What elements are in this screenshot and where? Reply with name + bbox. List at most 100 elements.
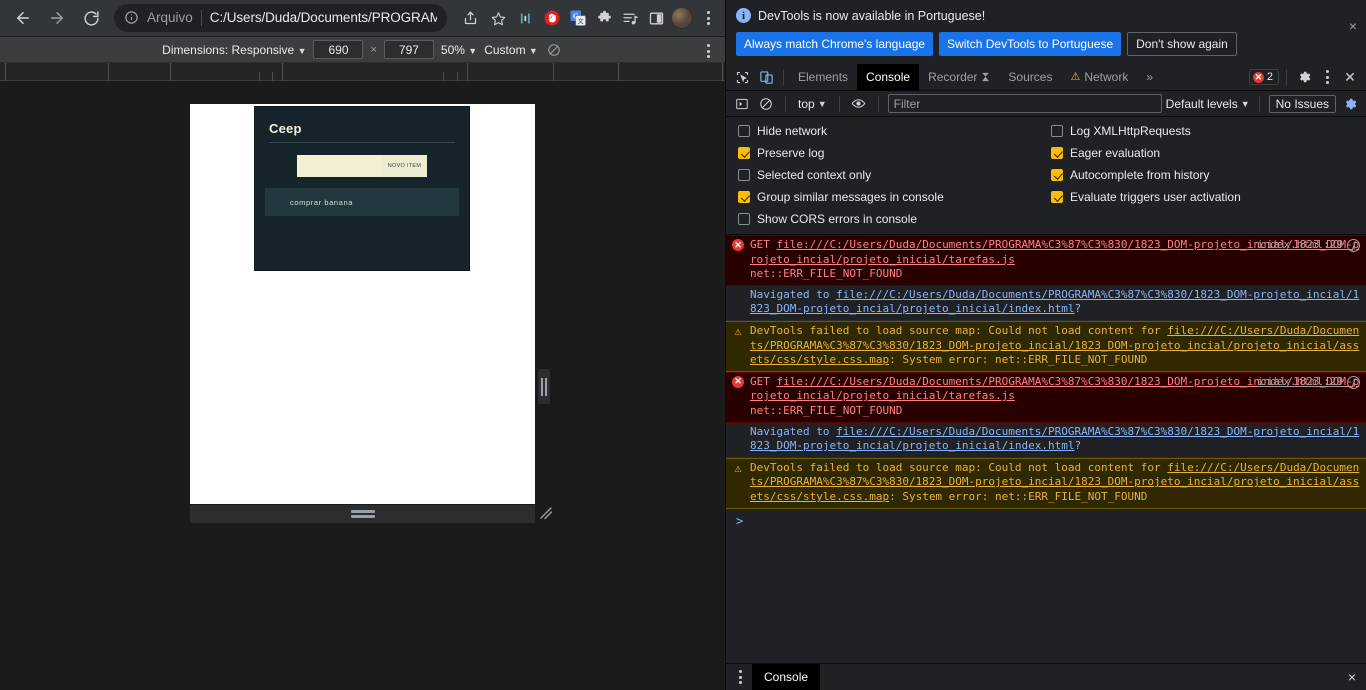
toolbar-separator — [785, 95, 786, 112]
console-log-list[interactable]: ✕ GET file:///C:/Users/Duda/Documents/PR… — [726, 235, 1366, 663]
drawer-options-kebab[interactable] — [732, 670, 748, 684]
issues-button[interactable]: No Issues — [1268, 94, 1336, 113]
no-entry-icon[interactable] — [756, 94, 776, 114]
ceep-task-list: comprar banana — [265, 188, 459, 216]
reload-icon[interactable] — [77, 4, 105, 32]
checkbox-icon[interactable] — [738, 213, 750, 225]
chrome-menu-kebab[interactable] — [697, 7, 719, 29]
error-count-badge[interactable]: ✕ 2 — [1248, 69, 1279, 85]
console-message-warning[interactable]: ⚠ DevTools failed to load source map: Co… — [726, 457, 1366, 509]
reading-list-icon[interactable] — [619, 7, 641, 29]
zoom-level-label: 50% — [440, 42, 465, 57]
context-selector[interactable]: top ▼ — [795, 97, 830, 111]
google-translate-icon[interactable]: G文 — [567, 7, 589, 29]
source-link[interactable]: index.html:29 — [1257, 375, 1343, 390]
close-devtools-icon[interactable]: ✕ — [1340, 67, 1360, 87]
clear-console-icon[interactable] — [732, 94, 752, 114]
extension-hand-icon[interactable] — [541, 7, 563, 29]
tab-recorder[interactable]: Recorder — [919, 64, 999, 91]
checkbox-icon[interactable] — [1051, 191, 1063, 203]
setting-evaluate-triggers-user-activation[interactable]: Evaluate triggers user activation — [1051, 190, 1354, 204]
checkbox-icon[interactable] — [1051, 169, 1063, 181]
profile-avatar[interactable] — [671, 7, 693, 29]
network-request-icon[interactable] — [1347, 375, 1360, 389]
forward-arrow-icon[interactable] — [43, 4, 71, 32]
back-arrow-icon[interactable] — [9, 4, 37, 32]
url-scheme-label: Arquivo — [147, 10, 202, 26]
checkbox-icon[interactable] — [738, 125, 750, 137]
tab-console[interactable]: Console — [857, 63, 920, 91]
message-url[interactable]: file:///C:/Users/Duda/Documents/PROGRAMA… — [750, 288, 1359, 316]
tab-network[interactable]: ⚠ Network — [1061, 64, 1137, 91]
setting-selected-context-only[interactable]: Selected context only — [738, 168, 1041, 182]
console-message-error[interactable]: ✕ GET file:///C:/Users/Duda/Documents/PR… — [726, 235, 1366, 286]
address-bar[interactable]: Arquivo C:/Users/Duda/Documents/PROGRAMA… — [114, 4, 447, 32]
side-panel-icon[interactable] — [645, 7, 667, 29]
no-throttling-icon[interactable] — [545, 41, 563, 59]
log-levels-dropdown[interactable]: Default levels ▼ — [1166, 97, 1250, 111]
banner-message-row: i DevTools is now available in Portugues… — [736, 8, 1356, 23]
setting-show-cors-errors[interactable]: Show CORS errors in console — [738, 212, 1041, 226]
setting-eager-evaluation[interactable]: Eager evaluation — [1051, 146, 1354, 160]
console-prompt[interactable]: > — [726, 509, 1366, 529]
always-match-language-button[interactable]: Always match Chrome's language — [736, 32, 934, 56]
checkbox-icon[interactable] — [738, 147, 750, 159]
tab-sources[interactable]: Sources — [999, 64, 1061, 91]
checkbox-icon[interactable] — [738, 191, 750, 203]
tab-label: Recorder — [928, 69, 978, 84]
console-message-warning[interactable]: ⚠ DevTools failed to load source map: Co… — [726, 320, 1366, 372]
star-icon[interactable] — [485, 5, 511, 31]
viewport-width-resize-handle[interactable] — [538, 369, 550, 404]
dimensions-dropdown[interactable]: Dimensions: Responsive ▼ — [162, 43, 306, 57]
setting-log-xmlhttprequests[interactable]: Log XMLHttpRequests — [1051, 124, 1354, 138]
message-url[interactable]: file:///C:/Users/Duda/Documents/PROGRAMA… — [750, 425, 1359, 453]
ceep-new-item-button[interactable]: NOVO ITEM — [381, 155, 428, 177]
inspect-element-icon[interactable] — [730, 66, 754, 88]
switch-to-portuguese-button[interactable]: Switch DevTools to Portuguese — [939, 32, 1122, 56]
settings-gear-icon[interactable] — [1294, 67, 1314, 87]
more-tabs-chevron[interactable]: » — [1137, 64, 1162, 91]
console-message-error[interactable]: ✕ GET file:///C:/Users/Duda/Documents/PR… — [726, 371, 1366, 423]
browser-toolbar: Arquivo C:/Users/Duda/Documents/PROGRAMA… — [0, 0, 725, 37]
tab-elements[interactable]: Elements — [789, 64, 857, 91]
setting-autocomplete-from-history[interactable]: Autocomplete from history — [1051, 168, 1354, 182]
checkbox-icon[interactable] — [1051, 147, 1063, 159]
devtools-language-banner: i DevTools is now available in Portugues… — [726, 0, 1366, 64]
console-message-info[interactable]: Navigated to file:///C:/Users/Duda/Docum… — [726, 285, 1366, 321]
dont-show-again-button[interactable]: Don't show again — [1127, 32, 1237, 56]
extension-bars-icon[interactable] — [515, 7, 537, 29]
share-icon[interactable] — [457, 5, 483, 31]
setting-group-similar-messages[interactable]: Group similar messages in console — [738, 190, 1041, 204]
console-settings-gear-icon[interactable] — [1340, 94, 1360, 114]
source-link[interactable]: index.html:29 — [1257, 238, 1343, 253]
checkbox-icon[interactable] — [1051, 125, 1063, 137]
devtools-panel: i DevTools is now available in Portugues… — [725, 0, 1366, 690]
throttling-dropdown[interactable]: Custom ▼ — [484, 43, 538, 57]
console-message-info[interactable]: Navigated to file:///C:/Users/Duda/Docum… — [726, 422, 1366, 458]
device-options-kebab[interactable] — [697, 40, 719, 62]
viewport-height-input[interactable] — [383, 40, 434, 59]
setting-hide-network[interactable]: Hide network — [738, 124, 1041, 138]
device-toolbar-icon[interactable] — [754, 66, 778, 88]
viewport-width-input[interactable] — [313, 40, 364, 59]
zoom-dropdown[interactable]: 50% ▼ — [441, 43, 477, 57]
banner-close-icon[interactable]: × — [1349, 19, 1357, 33]
ceep-task-item[interactable]: comprar banana — [265, 188, 459, 216]
drawer-close-icon[interactable]: × — [1348, 669, 1360, 685]
page-viewport[interactable]: Ceep NOVO ITEM comprar banana — [190, 104, 535, 504]
setting-preserve-log[interactable]: Preserve log — [738, 146, 1041, 160]
ceep-task-input[interactable] — [296, 155, 382, 177]
console-filter-input[interactable] — [887, 94, 1162, 113]
prompt-symbol: > — [736, 513, 744, 528]
info-icon: i — [736, 8, 751, 23]
omnibox-actions — [457, 5, 511, 31]
checkbox-icon[interactable] — [738, 169, 750, 181]
drawer-tab-console[interactable]: Console — [752, 663, 821, 690]
viewport-height-resize-handle[interactable] — [190, 505, 535, 523]
info-circle-icon[interactable] — [124, 10, 140, 26]
viewport-corner-resize-handle[interactable] — [536, 503, 556, 523]
more-options-kebab[interactable] — [1316, 66, 1338, 88]
live-expression-eye-icon[interactable] — [849, 94, 869, 114]
network-request-icon[interactable] — [1347, 238, 1360, 252]
extensions-puzzle-icon[interactable] — [593, 7, 615, 29]
